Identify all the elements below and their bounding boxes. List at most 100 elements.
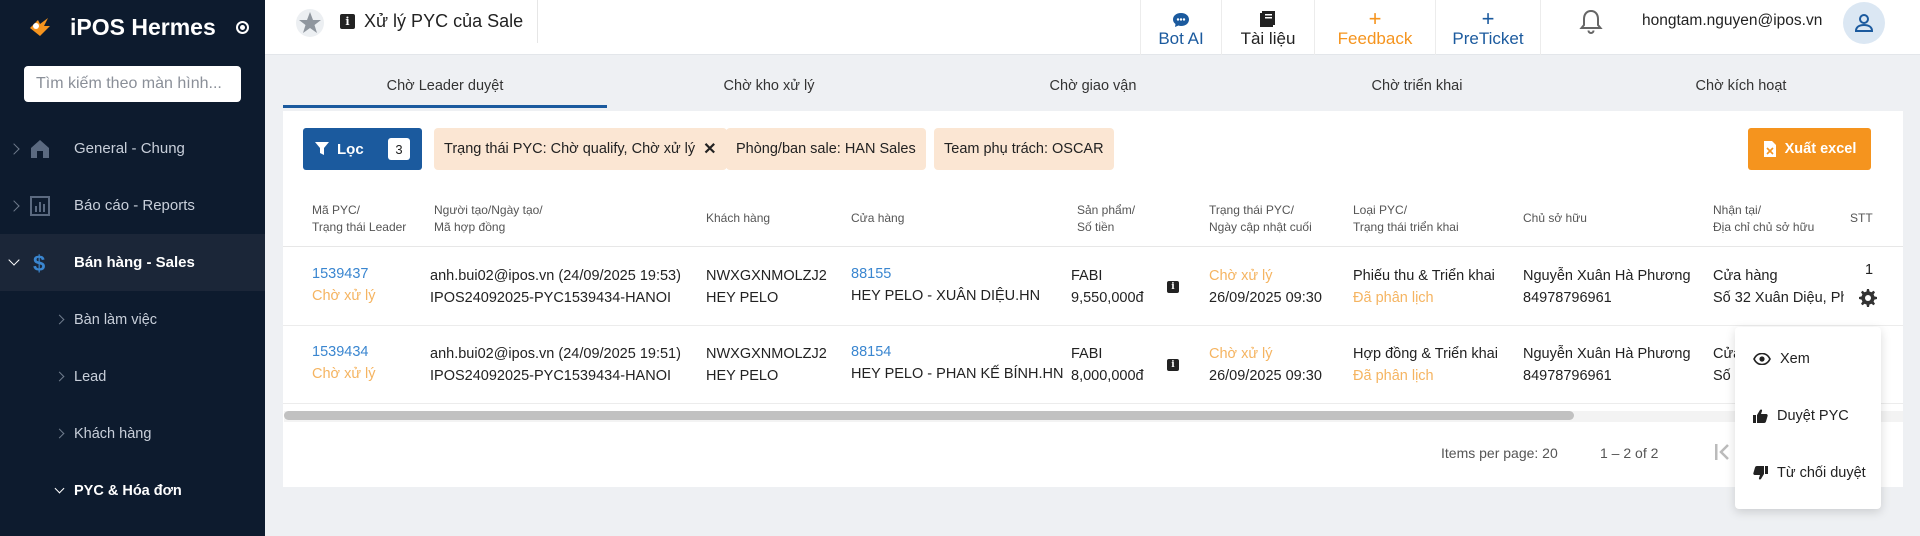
chevron-down-icon: [54, 483, 65, 494]
sidebar-subitem-label: PYC & Hóa đơn: [74, 482, 182, 499]
sidebar-subitem-pyc-invoices[interactable]: PYC & Hóa đơn: [0, 462, 265, 519]
creator: anh.bui02@ipos.vn (24/09/2025 19:51): [430, 346, 681, 362]
radio-dot-icon[interactable]: [235, 21, 249, 34]
horizontal-scrollbar-thumb[interactable]: [284, 411, 1574, 420]
sidebar-item-reports[interactable]: Báo cáo - Reports: [0, 177, 265, 234]
sidebar-item-label: Bán hàng - Sales: [74, 254, 195, 271]
col-owner[interactable]: Chủ sở hữu: [1523, 210, 1587, 227]
sidebar: iPOS Hermes General - Chung Báo cáo - Re…: [0, 0, 265, 536]
brand[interactable]: iPOS Hermes: [0, 0, 265, 55]
svg-text:$: $: [33, 251, 45, 275]
customer-name: HEY PELO: [706, 368, 779, 384]
filter-chip-status[interactable]: Trạng thái PYC: Chờ qualify, Chờ xử lý ✕: [434, 128, 727, 170]
customer-code: NWXGXNMOLZJ2: [706, 346, 827, 362]
sidebar-subitem-workspace[interactable]: Bàn làm việc: [0, 291, 265, 348]
sidebar-search-input[interactable]: [36, 75, 241, 93]
filter-chip-team[interactable]: Team phụ trách: OSCAR: [934, 128, 1114, 170]
customer-code: NWXGXNMOLZJ2: [706, 268, 827, 284]
contract: IPOS24092025-PYC1539434-HANOI: [430, 290, 672, 306]
leader-status: Chờ xử lý: [312, 288, 376, 304]
row-action-menu: Xem Duyệt PYC Từ chối duyệt: [1735, 327, 1881, 509]
dollar-icon: $: [33, 251, 45, 275]
eye-icon: [1753, 353, 1771, 365]
feedback-label: Feedback: [1337, 29, 1413, 48]
col-pyc-type[interactable]: Loại PYC/Trạng thái triển khai: [1353, 202, 1459, 236]
pyc-id-link[interactable]: 1539434: [312, 341, 376, 363]
chat-icon: [1172, 6, 1190, 28]
deploy-status: Đã phân lịch: [1353, 290, 1434, 306]
sidebar-subitem-customers[interactable]: Khách hàng: [0, 405, 265, 462]
pyc-type: Phiếu thu & Triển khai: [1353, 268, 1495, 284]
thumbs-up-icon: [1753, 409, 1768, 423]
filter-button[interactable]: Lọc 3: [303, 128, 422, 170]
col-received-at[interactable]: Nhận tại/Địa chỉ chủ sở hữu: [1713, 202, 1814, 236]
preticket-button[interactable]: + PreTicket: [1435, 0, 1541, 55]
docs-button[interactable]: Tài liệu: [1221, 0, 1314, 55]
sidebar-subitem-lead[interactable]: Lead: [0, 348, 265, 405]
customer-name: HEY PELO: [706, 290, 779, 306]
feedback-button[interactable]: + Feedback: [1314, 0, 1435, 55]
pyc-type: Hợp đồng & Triển khai: [1353, 346, 1498, 362]
book-icon: [1259, 6, 1277, 28]
tab-warehouse[interactable]: Chờ kho xử lý: [607, 70, 931, 108]
docs-label: Tài liệu: [1240, 29, 1296, 48]
info-icon[interactable]: i: [340, 14, 355, 29]
filter-chip-department[interactable]: Phòng/ban sale: HAN Sales: [726, 128, 926, 170]
store-id-link[interactable]: 88154: [851, 341, 1063, 363]
store-name: HEY PELO - PHAN KẾ BÍNH.HN: [851, 366, 1064, 382]
items-per-page[interactable]: Items per page: 20: [1441, 445, 1558, 461]
menu-item-reject[interactable]: Từ chối duyệt: [1753, 461, 1866, 485]
col-store[interactable]: Cửa hàng: [851, 210, 904, 227]
sidebar-item-general[interactable]: General - Chung: [0, 120, 265, 177]
owner-phone: 84978796961: [1523, 368, 1612, 384]
store-id-link[interactable]: 88155: [851, 263, 1040, 285]
pyc-status: Chờ xử lý: [1209, 268, 1273, 284]
table-row[interactable]: 1539437 Chờ xử lý anh.bui02@ipos.vn (24/0…: [283, 248, 1903, 326]
info-icon[interactable]: i: [1167, 281, 1179, 293]
export-excel-button[interactable]: Xuất excel: [1748, 128, 1871, 170]
pyc-id-link[interactable]: 1539437: [312, 263, 376, 285]
bar-chart-icon: [30, 195, 50, 216]
tab-activation[interactable]: Chờ kích hoạt: [1579, 70, 1903, 108]
col-product[interactable]: Sản phẩm/Số tiền: [1077, 202, 1135, 236]
menu-item-label: Từ chối duyệt: [1777, 465, 1866, 481]
leader-status: Chờ xử lý: [312, 366, 376, 382]
menu-item-approve[interactable]: Duyệt PYC: [1753, 404, 1849, 428]
user-email[interactable]: hongtam.nguyen@ipos.vn: [1642, 12, 1822, 30]
col-pyc[interactable]: Mã PYC/Trạng thái Leader: [312, 202, 406, 236]
tab-leader-approval[interactable]: Chờ Leader duyệt: [283, 70, 607, 108]
store-name: HEY PELO - XUÂN DIỆU.HN: [851, 288, 1041, 304]
contract: IPOS24092025-PYC1539434-HANOI: [430, 368, 672, 384]
hermes-logo-icon: [30, 17, 50, 36]
star-icon[interactable]: [295, 8, 325, 38]
col-customer[interactable]: Khách hàng: [706, 210, 770, 227]
first-page-icon[interactable]: [1713, 441, 1733, 463]
gear-icon[interactable]: [1858, 288, 1878, 308]
menu-item-view[interactable]: Xem: [1753, 347, 1810, 371]
avatar[interactable]: [1843, 2, 1885, 44]
owner: Nguyễn Xuân Hà Phương: [1523, 268, 1691, 284]
page-range: 1 – 2 of 2: [1600, 445, 1659, 461]
chevron-right-icon: [54, 428, 65, 439]
tab-deployment[interactable]: Chờ triển khai: [1255, 70, 1579, 108]
bell-icon[interactable]: [1578, 8, 1604, 36]
table-row[interactable]: 1539434 Chờ xử lý anh.bui02@ipos.vn (24/0…: [283, 326, 1903, 404]
sidebar-item-label: General - Chung: [74, 140, 185, 157]
filter-label: Lọc: [337, 140, 364, 158]
tab-delivery[interactable]: Chờ giao vận: [931, 70, 1255, 108]
col-pyc-status[interactable]: Trạng thái PYC/Ngày cập nhật cuối: [1209, 202, 1312, 236]
col-creator[interactable]: Người tạo/Ngày tạo/Mã hợp đồng: [434, 202, 543, 236]
sidebar-subitem-label: Lead: [74, 368, 107, 385]
bot-ai-button[interactable]: Bot AI: [1140, 0, 1221, 55]
filter-chip-label: Team phụ trách: OSCAR: [944, 141, 1104, 157]
close-icon[interactable]: ✕: [703, 139, 716, 159]
chevron-right-icon: [8, 142, 20, 155]
product: FABI: [1071, 346, 1103, 362]
updated-at: 26/09/2025 09:30: [1209, 290, 1322, 306]
plus-icon: +: [1481, 6, 1495, 31]
results-card: Lọc 3 Trạng thái PYC: Chờ qualify, Chờ x…: [283, 111, 1903, 487]
col-stt[interactable]: STT: [1850, 210, 1873, 227]
info-icon[interactable]: i: [1167, 359, 1179, 371]
sidebar-item-sales[interactable]: $ Bán hàng - Sales: [0, 234, 265, 291]
chevron-right-icon: [8, 199, 20, 212]
